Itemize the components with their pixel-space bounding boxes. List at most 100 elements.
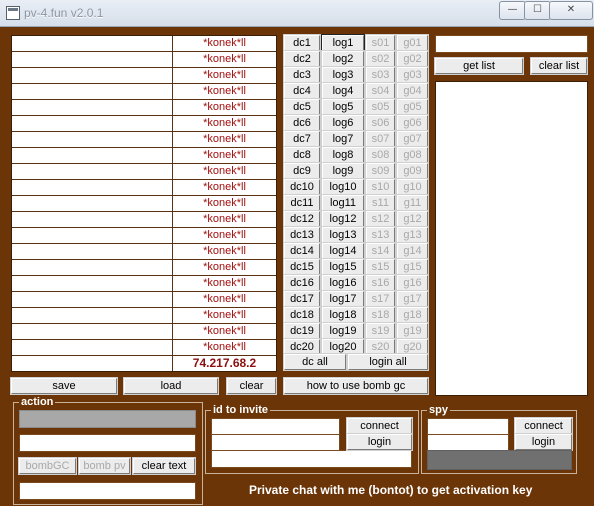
room-name-cell[interactable] bbox=[12, 244, 173, 259]
invite-message-input[interactable] bbox=[211, 450, 412, 468]
dc-button[interactable]: dc1 bbox=[283, 34, 321, 52]
how-to-use-bomb-gc-button[interactable]: how to use bomb gc bbox=[283, 377, 429, 395]
s-button[interactable]: s02 bbox=[365, 50, 396, 68]
s-button[interactable]: s05 bbox=[365, 98, 396, 116]
bomb-gc-button[interactable]: bombGC bbox=[18, 457, 77, 475]
room-row[interactable]: *konek*ll bbox=[12, 116, 276, 132]
clear-text-button[interactable]: clear text bbox=[132, 457, 196, 475]
log-button[interactable]: log12 bbox=[321, 210, 365, 228]
dc-button[interactable]: dc10 bbox=[283, 178, 321, 196]
g-button[interactable]: g06 bbox=[396, 114, 429, 132]
g-button[interactable]: g08 bbox=[396, 146, 429, 164]
room-name-cell[interactable] bbox=[12, 148, 173, 163]
log-button[interactable]: log1 bbox=[321, 34, 365, 52]
log-button[interactable]: log17 bbox=[321, 290, 365, 308]
g-button[interactable]: g02 bbox=[396, 50, 429, 68]
g-button[interactable]: g16 bbox=[396, 274, 429, 292]
g-button[interactable]: g18 bbox=[396, 306, 429, 324]
g-button[interactable]: g13 bbox=[396, 226, 429, 244]
g-button[interactable]: g03 bbox=[396, 66, 429, 84]
room-row[interactable]: *konek*ll bbox=[12, 180, 276, 196]
invite-password-input[interactable] bbox=[211, 434, 340, 451]
room-row[interactable]: *konek*ll bbox=[12, 132, 276, 148]
close-button[interactable]: ✕ bbox=[549, 1, 593, 20]
dc-button[interactable]: dc5 bbox=[283, 98, 321, 116]
room-row[interactable]: *konek*ll bbox=[12, 260, 276, 276]
log-button[interactable]: log3 bbox=[321, 66, 365, 84]
room-name-cell[interactable] bbox=[12, 84, 173, 99]
s-button[interactable]: s13 bbox=[365, 226, 396, 244]
log-button[interactable]: log14 bbox=[321, 242, 365, 260]
room-row[interactable]: *konek*ll bbox=[12, 212, 276, 228]
spy-id-input[interactable] bbox=[427, 418, 509, 435]
dc-button[interactable]: dc7 bbox=[283, 130, 321, 148]
dc-button[interactable]: dc12 bbox=[283, 210, 321, 228]
room-row[interactable]: *konek*ll bbox=[12, 276, 276, 292]
room-name-cell[interactable] bbox=[12, 292, 173, 307]
log-button[interactable]: log18 bbox=[321, 306, 365, 324]
save-button[interactable]: save bbox=[10, 377, 118, 395]
log-button[interactable]: log8 bbox=[321, 146, 365, 164]
dc-button[interactable]: dc15 bbox=[283, 258, 321, 276]
room-row[interactable]: *konek*ll bbox=[12, 36, 276, 52]
room-name-cell[interactable] bbox=[12, 68, 173, 83]
g-button[interactable]: g04 bbox=[396, 82, 429, 100]
action-text-input[interactable] bbox=[19, 434, 196, 452]
room-name-cell[interactable] bbox=[12, 324, 173, 339]
s-button[interactable]: s14 bbox=[365, 242, 396, 260]
log-button[interactable]: log7 bbox=[321, 130, 365, 148]
dc-button[interactable]: dc16 bbox=[283, 274, 321, 292]
log-button[interactable]: log16 bbox=[321, 274, 365, 292]
g-button[interactable]: g17 bbox=[396, 290, 429, 308]
s-button[interactable]: s11 bbox=[365, 194, 396, 212]
g-button[interactable]: g11 bbox=[396, 194, 429, 212]
login-all-button[interactable]: login all bbox=[347, 353, 429, 371]
invite-id-input[interactable] bbox=[211, 418, 340, 435]
log-button[interactable]: log2 bbox=[321, 50, 365, 68]
room-name-cell[interactable] bbox=[12, 100, 173, 115]
s-button[interactable]: s17 bbox=[365, 290, 396, 308]
load-button[interactable]: load bbox=[123, 377, 219, 395]
room-row[interactable]: *konek*ll bbox=[12, 308, 276, 324]
log-button[interactable]: log13 bbox=[321, 226, 365, 244]
s-button[interactable]: s09 bbox=[365, 162, 396, 180]
dc-button[interactable]: dc9 bbox=[283, 162, 321, 180]
log-button[interactable]: log19 bbox=[321, 322, 365, 340]
s-button[interactable]: s18 bbox=[365, 306, 396, 324]
room-row[interactable]: *konek*ll bbox=[12, 100, 276, 116]
dc-button[interactable]: dc11 bbox=[283, 194, 321, 212]
dc-button[interactable]: dc6 bbox=[283, 114, 321, 132]
room-name-cell[interactable] bbox=[12, 308, 173, 323]
room-row[interactable]: *konek*ll bbox=[12, 68, 276, 84]
s-button[interactable]: s16 bbox=[365, 274, 396, 292]
log-button[interactable]: log5 bbox=[321, 98, 365, 116]
log-button[interactable]: log10 bbox=[321, 178, 365, 196]
room-name-cell[interactable] bbox=[12, 180, 173, 195]
g-button[interactable]: g09 bbox=[396, 162, 429, 180]
room-name-cell[interactable] bbox=[12, 164, 173, 179]
dc-button[interactable]: dc13 bbox=[283, 226, 321, 244]
s-button[interactable]: s04 bbox=[365, 82, 396, 100]
log-button[interactable]: log6 bbox=[321, 114, 365, 132]
room-row[interactable]: *konek*ll bbox=[12, 244, 276, 260]
room-row[interactable]: *konek*ll bbox=[12, 292, 276, 308]
room-name-cell[interactable] bbox=[12, 228, 173, 243]
s-button[interactable]: s07 bbox=[365, 130, 396, 148]
g-button[interactable]: g05 bbox=[396, 98, 429, 116]
room-row[interactable]: *konek*ll bbox=[12, 148, 276, 164]
dc-button[interactable]: dc8 bbox=[283, 146, 321, 164]
g-button[interactable]: g14 bbox=[396, 242, 429, 260]
s-button[interactable]: s03 bbox=[365, 66, 396, 84]
dc-button[interactable]: dc2 bbox=[283, 50, 321, 68]
dc-button[interactable]: dc4 bbox=[283, 82, 321, 100]
minimize-button[interactable]: — bbox=[499, 1, 526, 20]
dc-button[interactable]: dc14 bbox=[283, 242, 321, 260]
room-name-cell[interactable] bbox=[12, 132, 173, 147]
invite-connect-button[interactable]: connect bbox=[346, 417, 413, 435]
dc-button[interactable]: dc3 bbox=[283, 66, 321, 84]
g-button[interactable]: g01 bbox=[396, 34, 429, 52]
room-name-cell[interactable] bbox=[12, 276, 173, 291]
g-button[interactable]: g12 bbox=[396, 210, 429, 228]
get-list-button[interactable]: get list bbox=[434, 57, 524, 75]
room-name-cell[interactable] bbox=[12, 340, 173, 355]
